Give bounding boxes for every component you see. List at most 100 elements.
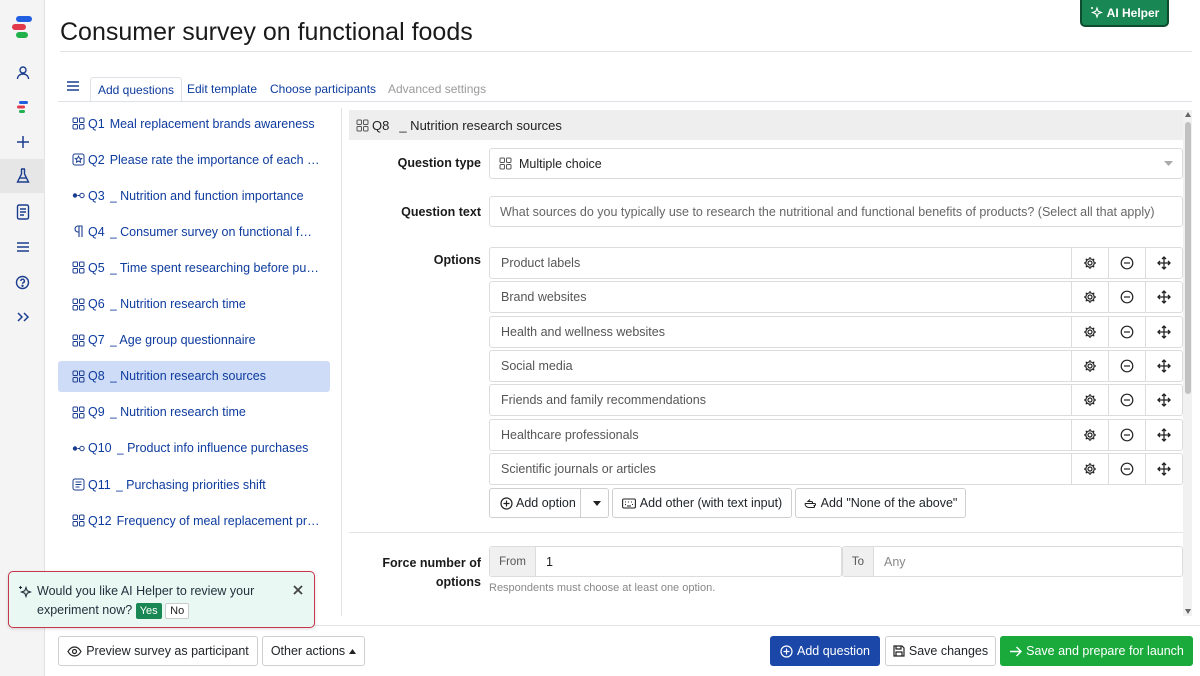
preview-survey-button[interactable]: Preview survey as participant	[58, 636, 258, 666]
document-icon[interactable]	[0, 195, 45, 229]
drag-move-icon[interactable]	[1145, 282, 1182, 313]
question-list-item[interactable]: Q1 Meal replacement brands awareness	[58, 108, 330, 139]
toast-yes-button[interactable]: Yes	[135, 603, 162, 619]
arrow-right-icon	[1009, 646, 1023, 657]
help-icon[interactable]	[0, 265, 45, 299]
remove-circle-icon[interactable]	[1108, 419, 1145, 450]
slider-icon	[72, 442, 85, 455]
plus-icon[interactable]	[0, 125, 45, 159]
option-input[interactable]: Friends and family recommendations	[490, 385, 1071, 415]
remove-circle-icon[interactable]	[1108, 350, 1145, 381]
add-none-label: Add "None of the above"	[820, 496, 958, 510]
tab-edit-template[interactable]: Edit template	[180, 77, 264, 102]
question-list-item[interactable]: Q11 _ Purchasing priorities shift	[58, 469, 330, 500]
question-type-select[interactable]: Multiple choice	[489, 148, 1183, 179]
force-label-line2: options	[435, 575, 481, 589]
option-input[interactable]: Social media	[490, 351, 1071, 381]
question-list-item[interactable]: Q5 _ Time spent researching before pu…	[58, 252, 330, 283]
gear-icon[interactable]	[1071, 248, 1108, 278]
add-question-button[interactable]: Add question	[770, 636, 880, 666]
drag-move-icon[interactable]	[1145, 316, 1182, 347]
list-icon[interactable]	[0, 230, 45, 264]
add-none-of-above-button[interactable]: Add "None of the above"	[795, 488, 966, 518]
editor-scrollbar-thumb[interactable]	[1185, 122, 1191, 394]
user-icon[interactable]	[0, 56, 45, 90]
tab-advanced-settings: Advanced settings	[388, 82, 487, 96]
scroll-up-arrow-icon[interactable]	[1185, 112, 1191, 117]
drag-move-icon[interactable]	[1145, 350, 1182, 381]
flask-icon[interactable]	[0, 159, 45, 193]
grid-icon	[72, 298, 85, 311]
question-text-input[interactable]: What sources do you typically use to res…	[489, 196, 1183, 227]
grid-icon	[72, 261, 85, 274]
question-list-item[interactable]: Q2 Please rate the importance of each …	[58, 144, 330, 175]
drag-move-icon[interactable]	[1145, 248, 1182, 278]
option-input[interactable]: Product labels	[490, 248, 1071, 278]
tab-add-questions[interactable]: Add questions	[90, 77, 183, 102]
remove-circle-icon[interactable]	[1108, 316, 1145, 347]
drag-move-icon[interactable]	[1145, 419, 1182, 450]
drag-move-icon[interactable]	[1145, 385, 1182, 416]
ai-helper-button[interactable]: AI Helper	[1080, 0, 1169, 27]
remove-circle-icon[interactable]	[1108, 453, 1145, 484]
question-list-item[interactable]: Q10 _ Product info influence purchases	[58, 433, 330, 464]
question-title: Please rate the importance of each …	[109, 152, 320, 167]
option-input[interactable]: Health and wellness websites	[490, 317, 1071, 347]
question-list-item[interactable]: Q7 _ Age group questionnaire	[58, 325, 330, 356]
question-list-item[interactable]: Q9 _ Nutrition research time	[58, 397, 330, 428]
star-rating-icon	[72, 153, 85, 166]
expand-chevrons-icon[interactable]	[0, 300, 45, 334]
force-to-input[interactable]: Any	[874, 555, 906, 569]
gear-icon[interactable]	[1071, 316, 1108, 347]
gear-icon[interactable]	[1071, 385, 1108, 416]
force-from-input[interactable]: 1	[536, 555, 553, 569]
scroll-down-arrow-icon[interactable]	[1185, 609, 1191, 614]
toast-no-button[interactable]: No	[165, 603, 190, 619]
option-input[interactable]: Scientific journals or articles	[490, 454, 1071, 484]
tab-choose-participants[interactable]: Choose participants	[263, 77, 383, 102]
gear-icon[interactable]	[1071, 282, 1108, 313]
question-title: _ Nutrition research time	[109, 405, 246, 420]
add-option-dropdown-icon[interactable]	[585, 489, 608, 517]
question-number: Q1	[88, 116, 105, 131]
save-changes-button[interactable]: Save changes	[885, 636, 996, 666]
toast-message-block: Would you like AI Helper to review your …	[37, 582, 287, 620]
remove-circle-icon[interactable]	[1108, 385, 1145, 416]
brand-icon[interactable]	[0, 90, 45, 124]
option-row: Scientific journals or articles	[489, 452, 1183, 485]
page-title: Consumer survey on functional foods	[60, 18, 473, 46]
option-input[interactable]: Healthcare professionals	[490, 420, 1071, 450]
drag-move-icon[interactable]	[1145, 453, 1182, 484]
menu-toggle-icon[interactable]	[66, 79, 82, 95]
question-list-item[interactable]: Q4 _ Consumer survey on functional f…	[58, 216, 330, 247]
option-row: Brand websites	[489, 281, 1183, 314]
question-list-item[interactable]: Q12 Frequency of meal replacement pr…	[58, 505, 330, 536]
add-option-button[interactable]: Add option	[489, 488, 609, 518]
close-icon[interactable]	[293, 585, 303, 595]
question-list-item[interactable]: Q3 _ Nutrition and function importance	[58, 180, 330, 211]
other-actions-button[interactable]: Other actions	[262, 636, 365, 666]
gear-icon[interactable]	[1071, 453, 1108, 484]
force-to-group: To Any	[842, 546, 1183, 577]
question-header-number: Q8	[372, 117, 390, 133]
question-title: _ Product info influence purchases	[116, 441, 309, 456]
title-divider	[60, 51, 1192, 52]
question-list-item[interactable]: Q8 _ Nutrition research sources	[58, 360, 330, 392]
force-hint-text: Respondents must choose at least one opt…	[489, 582, 716, 594]
remove-circle-icon[interactable]	[1108, 282, 1145, 313]
option-input[interactable]: Brand websites	[490, 282, 1071, 312]
add-other-label: Add other (with text input)	[639, 496, 783, 510]
to-addon-label: To	[842, 547, 874, 576]
gear-icon[interactable]	[1071, 350, 1108, 381]
question-list-item[interactable]: Q6 _ Nutrition research time	[58, 289, 330, 320]
app-logo-icon[interactable]	[0, 12, 45, 42]
option-row: Social media	[489, 349, 1183, 382]
question-title: Frequency of meal replacement pr…	[116, 513, 320, 528]
question-title: _ Nutrition research time	[109, 297, 246, 311]
save-and-launch-button[interactable]: Save and prepare for launch	[1000, 636, 1193, 666]
remove-circle-icon[interactable]	[1108, 248, 1145, 278]
add-other-button[interactable]: Add other (with text input)	[612, 488, 792, 518]
text-doc-icon	[72, 478, 85, 491]
option-row: Product labels	[489, 247, 1183, 279]
gear-icon[interactable]	[1071, 419, 1108, 450]
